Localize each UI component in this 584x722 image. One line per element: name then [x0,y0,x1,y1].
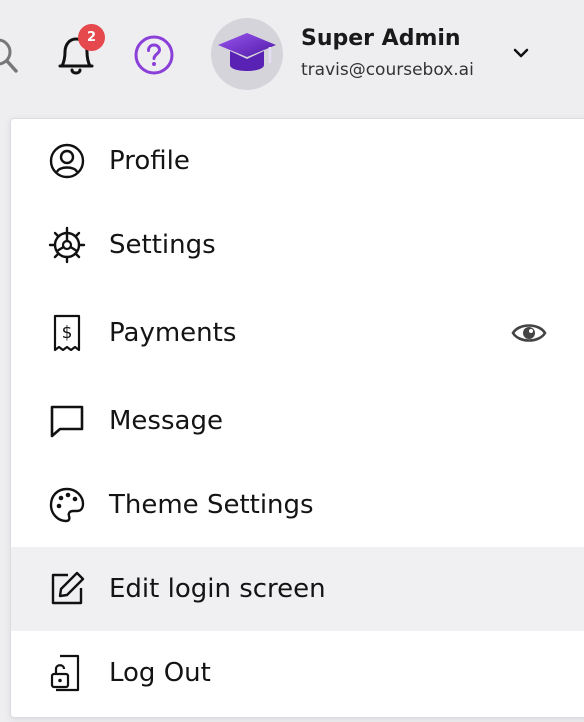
menu-item-label: Payments [109,318,237,348]
menu-item-label: Edit login screen [109,574,326,604]
account-menu-toggle[interactable] [508,40,534,66]
menu-item-payments[interactable]: $ Payments [11,287,584,379]
svg-text:$: $ [62,323,73,343]
settings-icon [47,225,87,265]
menu-item-settings[interactable]: Settings [11,203,584,287]
menu-item-profile[interactable]: Profile [11,119,584,203]
user-email: travis@coursebox.ai [301,60,474,80]
menu-item-label: Log Out [109,658,211,688]
menu-item-label: Profile [109,146,190,176]
profile-icon [47,141,87,181]
menu-item-label: Theme Settings [109,490,314,520]
payments-icon: $ [47,313,87,353]
avatar[interactable] [211,18,283,90]
message-icon [47,401,87,441]
search-icon[interactable] [0,34,22,76]
menu-item-log-out[interactable]: Log Out [11,631,584,715]
logout-icon [47,653,87,693]
user-name: Super Admin [301,26,461,51]
menu-item-message[interactable]: Message [11,379,584,463]
top-bar: 2 Super Admin travis@coursebox.ai [0,0,584,106]
edit-icon [47,569,87,609]
account-dropdown-menu: Profile Settings $ Payments Message Them… [10,118,584,718]
menu-item-label: Message [109,406,223,436]
graduation-cap-icon [218,33,276,71]
menu-item-theme-settings[interactable]: Theme Settings [11,463,584,547]
menu-item-label: Settings [109,230,216,260]
menu-item-edit-login-screen[interactable]: Edit login screen [11,547,584,631]
help-button[interactable] [133,34,175,76]
eye-icon[interactable] [511,315,547,351]
chevron-down-icon [513,48,529,58]
help-icon [134,35,174,75]
notification-count-badge: 2 [78,24,105,51]
palette-icon [47,485,87,525]
